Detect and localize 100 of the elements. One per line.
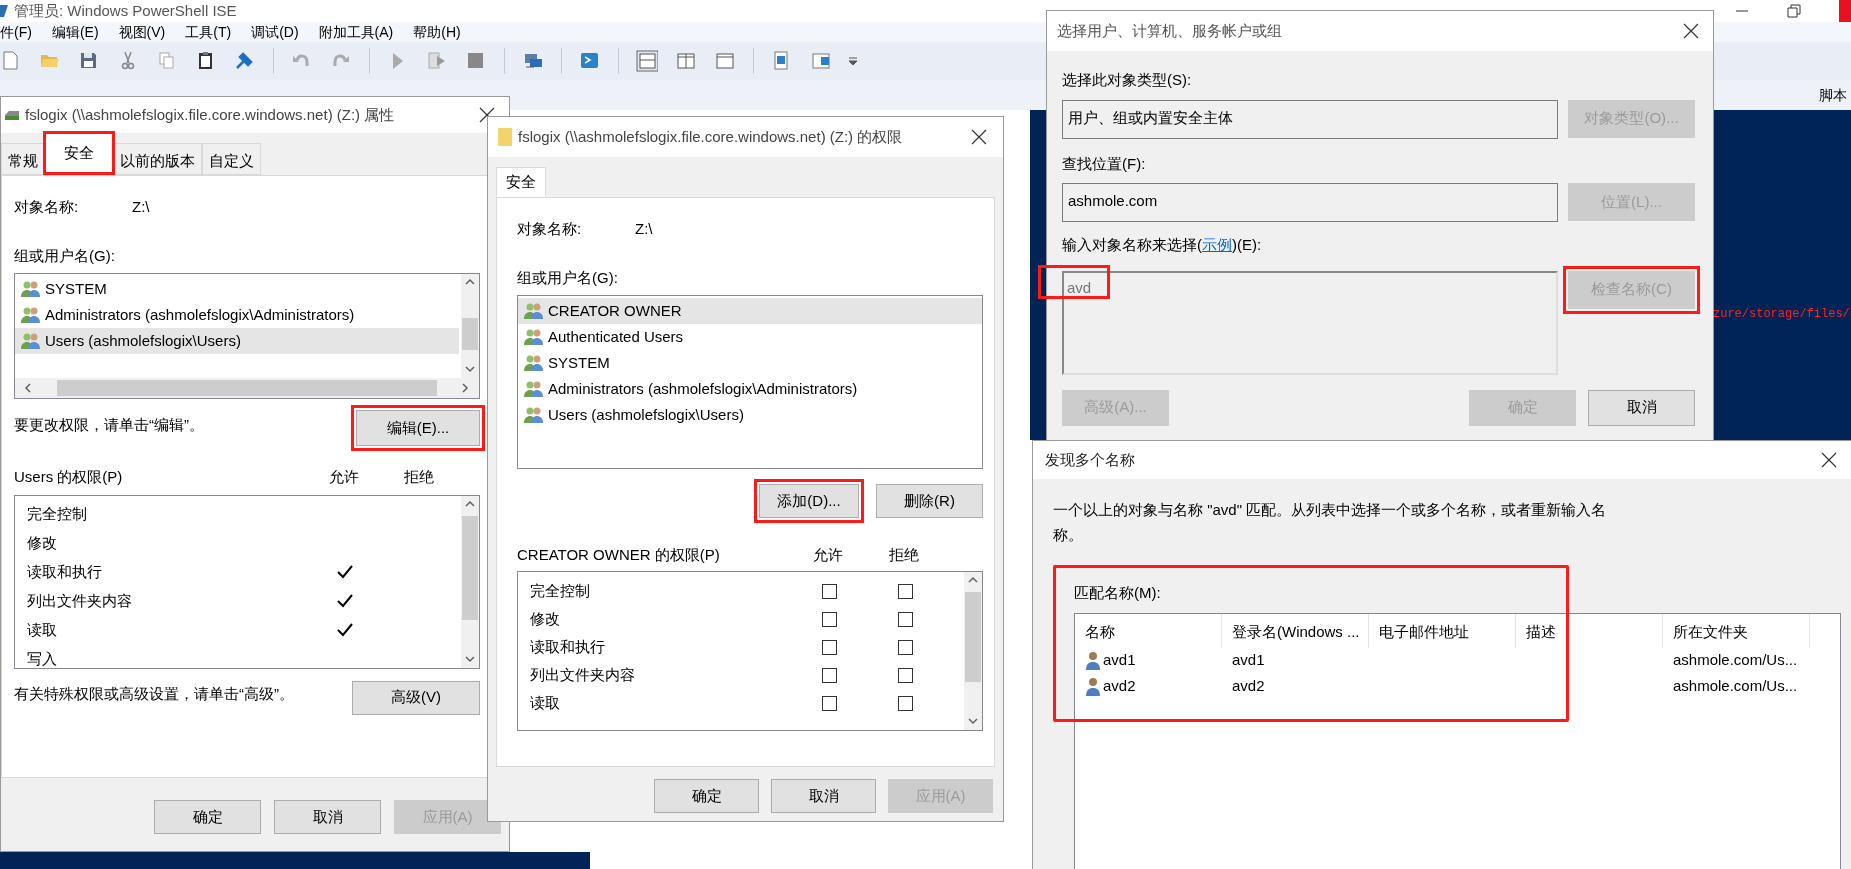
table-cell-text: avd2 [1103, 676, 1136, 697]
column-header[interactable]: 描述 [1516, 613, 1663, 648]
scroll-down-icon[interactable] [464, 363, 476, 375]
script-pane-icon[interactable] [810, 50, 832, 72]
console-text: zure/storage/files/ [1713, 307, 1850, 321]
field-label: 输入对象名称来选择(示例)(E): [1062, 235, 1262, 255]
button[interactable]: 确定 [654, 779, 759, 813]
column-header: 允许 [328, 467, 360, 487]
column-header: 拒绝 [888, 545, 920, 565]
list-item[interactable]: Authenticated Users [518, 324, 982, 350]
checkbox[interactable] [897, 668, 913, 683]
column-header: 允许 [812, 545, 844, 565]
table-cell: avd2 [1232, 677, 1265, 695]
checkbox[interactable] [897, 612, 913, 627]
list-item[interactable]: Administrators (ashmolefslogix\Administrators) [15, 302, 459, 328]
list-item[interactable]: Users (ashmolefslogix\Users) [518, 402, 982, 428]
pane-label: 脚本 [1819, 85, 1847, 105]
button[interactable]: 添加(D)... [759, 484, 859, 518]
restore-icon[interactable] [1787, 4, 1801, 18]
menu-item[interactable]: 工具(T) [185, 21, 232, 43]
button[interactable]: 取消 [1588, 389, 1695, 426]
menu-item[interactable]: 编辑(E) [51, 21, 99, 43]
permission-name: 修改 [530, 609, 561, 630]
checkbox[interactable] [897, 640, 913, 655]
list-item[interactable]: Administrators (ashmolefslogix\Administrators) [518, 376, 982, 402]
checkbox[interactable] [821, 696, 837, 711]
tab[interactable]: 安全 [45, 133, 113, 173]
button[interactable]: 取消 [771, 779, 876, 813]
scrollbar[interactable] [461, 274, 479, 378]
table-cell: ashmole.com/Us... [1673, 677, 1798, 695]
permission-name: 列出文件夹内容 [530, 665, 636, 686]
permission-name: 写入 [27, 648, 58, 669]
menu-item[interactable]: 件(F) [0, 21, 32, 43]
link[interactable]: 示例 [1202, 236, 1232, 253]
column-header[interactable]: 所在文件夹 [1663, 613, 1810, 648]
field-label: 选择此对象类型(S): [1062, 71, 1192, 88]
user-icon [1085, 676, 1101, 697]
checkbox[interactable] [821, 612, 837, 627]
field-value: Z:\ [635, 219, 653, 239]
permission-name: 修改 [27, 532, 58, 553]
users-icon [524, 354, 544, 372]
highlight-box [43, 131, 115, 175]
app-icon [0, 3, 8, 19]
layout-icon[interactable] [636, 50, 658, 72]
folder-icon [498, 128, 512, 146]
scrollbar[interactable] [964, 571, 982, 730]
permission-name: 读取 [530, 693, 561, 714]
list-item[interactable]: SYSTEM [15, 276, 459, 302]
checkbox[interactable] [897, 584, 913, 599]
close-icon[interactable] [1683, 23, 1699, 39]
scrollbar-thumb[interactable] [462, 515, 478, 620]
scrollbar[interactable] [15, 378, 479, 398]
tab[interactable]: 安全 [496, 167, 546, 197]
input-field[interactable]: ashmole.com [1062, 183, 1558, 222]
hint-text: 要更改权限，请单击“编辑”。 [14, 415, 204, 435]
column-header[interactable]: 名称 [1075, 613, 1222, 648]
scrollbar-thumb[interactable] [57, 380, 437, 396]
checkbox[interactable] [821, 668, 837, 683]
scroll-right-icon[interactable] [459, 382, 471, 394]
field-label: 匹配名称(M): [1074, 584, 1161, 601]
permission-name: 读取和执行 [530, 637, 606, 658]
close-icon[interactable] [971, 129, 987, 145]
menu-item[interactable]: 帮助(H) [413, 21, 461, 43]
layout-icon[interactable] [714, 50, 736, 72]
column-header[interactable]: 电子邮件地址 [1369, 613, 1516, 648]
field-label: 对象名称: [14, 197, 80, 217]
scrollbar-thumb[interactable] [462, 318, 478, 350]
menu-item[interactable]: 附加工具(A) [318, 21, 394, 43]
menu-item[interactable]: 调试(D) [251, 21, 299, 43]
dialog-title: fslogix (\\ashmolefslogix.file.core.windows.net) (Z:) 属性 [25, 104, 395, 125]
users-icon [524, 302, 544, 320]
list-item[interactable]: CREATOR OWNER [518, 298, 982, 324]
column-header: 拒绝 [403, 467, 435, 487]
field-label: 组或用户名(G): [517, 268, 618, 286]
permission-name: 读取和执行 [27, 561, 103, 582]
users-icon [524, 406, 544, 424]
button[interactable]: 编辑(E)... [356, 410, 480, 446]
button[interactable]: 删除(R) [876, 484, 983, 518]
checkbox[interactable] [897, 696, 913, 711]
drive-icon [5, 109, 19, 121]
scrollbar[interactable] [461, 495, 479, 668]
tab[interactable]: 自定义 [202, 143, 261, 175]
button[interactable]: 高级(V) [352, 680, 480, 715]
menu-item[interactable]: 视图(V) [118, 21, 166, 43]
dialog-title: 发现多个名称 [1045, 449, 1135, 470]
tab[interactable]: 以前的版本 [113, 143, 202, 175]
checkbox[interactable] [821, 584, 837, 599]
input-field[interactable]: 用户、组或内置安全主体 [1062, 99, 1558, 139]
button[interactable]: 取消 [274, 800, 381, 834]
close-icon[interactable] [1821, 452, 1837, 468]
checkbox[interactable] [821, 640, 837, 655]
users-icon [524, 328, 544, 346]
list-item[interactable]: SYSTEM [518, 350, 982, 376]
overflow-caret-icon[interactable] [849, 56, 857, 66]
scrollbar-thumb[interactable] [965, 591, 981, 682]
layout-icon[interactable] [675, 50, 697, 72]
list-item[interactable]: Users (ashmolefslogix\Users) [15, 328, 459, 354]
column-header[interactable]: 登录名(Windows ... [1222, 613, 1369, 648]
tab[interactable]: 常规 [1, 143, 45, 175]
button[interactable]: 确定 [154, 800, 261, 834]
